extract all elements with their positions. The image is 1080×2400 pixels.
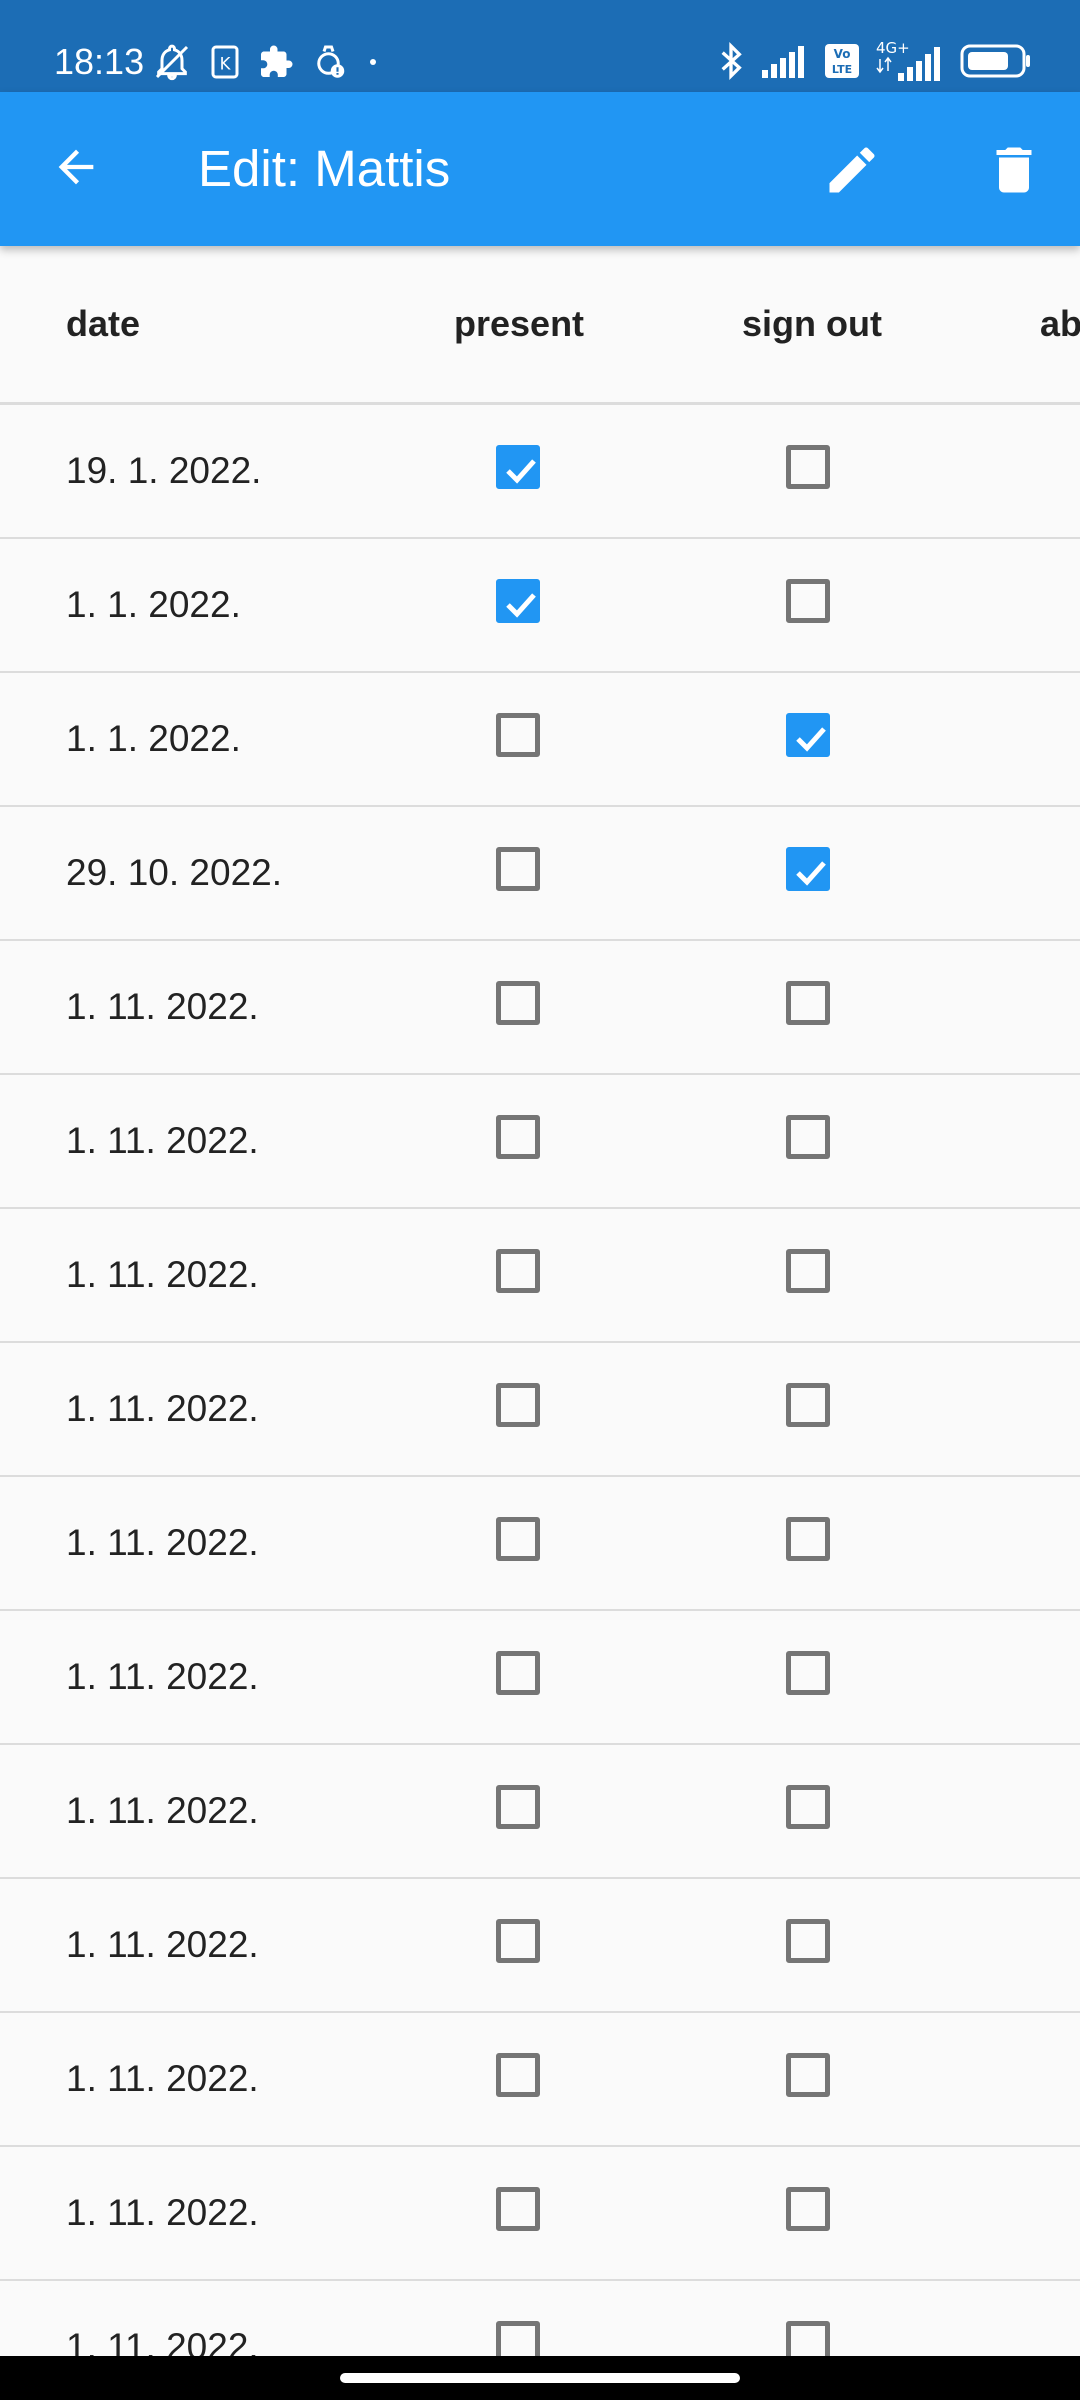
row-date: 1. 11. 2022.: [66, 1388, 259, 1429]
present-checkbox[interactable]: [496, 1919, 540, 1963]
table-row: 29. 10. 2022.: [0, 807, 1080, 941]
table-row: 1. 11. 2022.: [0, 1209, 1080, 1343]
row-date: 1. 11. 2022.: [66, 1522, 259, 1563]
table-row: 1. 11. 2022.: [0, 2281, 1080, 2356]
status-right-icons: Vo LTE 4G+: [716, 36, 1032, 86]
row-date: 1. 11. 2022.: [66, 986, 259, 1027]
status-time: 18:13: [54, 41, 145, 82]
sign-out-checkbox[interactable]: [786, 847, 830, 891]
svg-text:Vo: Vo: [834, 47, 851, 61]
row-date: 19. 1. 2022.: [66, 450, 262, 491]
table-row: 1. 1. 2022.: [0, 539, 1080, 673]
arrow-back-icon: [50, 141, 102, 198]
present-checkbox[interactable]: [496, 2321, 540, 2356]
table-row: 1. 11. 2022.: [0, 1745, 1080, 1879]
watch-alert-icon: [312, 43, 348, 81]
present-checkbox[interactable]: [496, 1249, 540, 1293]
row-date: 1. 11. 2022.: [66, 1656, 259, 1697]
sign-out-checkbox[interactable]: [786, 1517, 830, 1561]
table-row: 1. 11. 2022.: [0, 1075, 1080, 1209]
svg-text:LTE: LTE: [832, 63, 852, 76]
sign-out-checkbox[interactable]: [786, 2187, 830, 2231]
sign-out-checkbox[interactable]: [786, 2053, 830, 2097]
edit-button[interactable]: [816, 136, 888, 208]
row-date: 1. 11. 2022.: [66, 1924, 259, 1965]
battery-icon: [960, 43, 1032, 79]
present-checkbox[interactable]: [496, 847, 540, 891]
home-handle[interactable]: [340, 2373, 740, 2383]
k-app-icon: K: [210, 44, 240, 80]
row-date: 1. 11. 2022.: [66, 2326, 259, 2356]
table-row: 1. 11. 2022.: [0, 1343, 1080, 1477]
table-row: 1. 11. 2022.: [0, 941, 1080, 1075]
dot-icon: [366, 55, 380, 69]
column-header-date[interactable]: date: [66, 302, 140, 346]
column-header-present[interactable]: present: [454, 302, 584, 346]
back-button[interactable]: [38, 137, 114, 201]
row-date: 1. 11. 2022.: [66, 1254, 259, 1295]
sign-out-checkbox[interactable]: [786, 1651, 830, 1695]
row-date: 1. 11. 2022.: [66, 1120, 259, 1161]
present-checkbox[interactable]: [496, 579, 540, 623]
present-checkbox[interactable]: [496, 1651, 540, 1695]
app-bar: Edit: Mattis: [0, 92, 1080, 246]
page-title: Edit: Mattis: [198, 140, 451, 197]
table-row: 1. 11. 2022.: [0, 2013, 1080, 2147]
4g-signal-icon: 4G+: [874, 39, 946, 83]
sign-out-checkbox[interactable]: [786, 713, 830, 757]
table-row: 1. 11. 2022.: [0, 2147, 1080, 2281]
sign-out-checkbox[interactable]: [786, 2321, 830, 2356]
sign-out-checkbox[interactable]: [786, 445, 830, 489]
sign-out-checkbox[interactable]: [786, 981, 830, 1025]
attendance-table: date present sign out ab 19. 1. 2022. 1. …: [0, 246, 1080, 2356]
volte-icon: Vo LTE: [824, 43, 860, 79]
column-header-absent[interactable]: ab: [1040, 302, 1080, 346]
table-body: 19. 1. 2022. 1. 1. 2022. 1. 1. 2022. 29. 10…: [0, 405, 1080, 2356]
present-checkbox[interactable]: [496, 713, 540, 757]
row-date: 1. 1. 2022.: [66, 584, 241, 625]
row-date: 1. 11. 2022.: [66, 2192, 259, 2233]
sign-out-checkbox[interactable]: [786, 579, 830, 623]
present-checkbox[interactable]: [496, 1115, 540, 1159]
present-checkbox[interactable]: [496, 1383, 540, 1427]
sign-out-checkbox[interactable]: [786, 1249, 830, 1293]
sign-out-checkbox[interactable]: [786, 1383, 830, 1427]
column-header-sign-out[interactable]: sign out: [742, 302, 882, 346]
status-left-icons: K: [152, 40, 380, 84]
present-checkbox[interactable]: [496, 445, 540, 489]
table-row: 1. 11. 2022.: [0, 1879, 1080, 2013]
present-checkbox[interactable]: [496, 1517, 540, 1561]
pencil-icon: [822, 140, 882, 205]
puzzle-icon: [258, 44, 294, 80]
present-checkbox[interactable]: [496, 2187, 540, 2231]
row-date: 29. 10. 2022.: [66, 852, 283, 893]
sign-out-checkbox[interactable]: [786, 1785, 830, 1829]
row-date: 1. 11. 2022.: [66, 1790, 259, 1831]
table-row: 19. 1. 2022.: [0, 405, 1080, 539]
row-date: 1. 1. 2022.: [66, 718, 241, 759]
table-row: 1. 11. 2022.: [0, 1477, 1080, 1611]
sign-out-checkbox[interactable]: [786, 1919, 830, 1963]
table-row: 1. 1. 2022.: [0, 673, 1080, 807]
svg-text:K: K: [220, 55, 232, 74]
row-date: 1. 11. 2022.: [66, 2058, 259, 2099]
system-nav-bar: [0, 2356, 1080, 2400]
present-checkbox[interactable]: [496, 981, 540, 1025]
present-checkbox[interactable]: [496, 1785, 540, 1829]
bell-off-icon: [152, 42, 192, 82]
table-row: 1. 11. 2022.: [0, 1611, 1080, 1745]
trash-icon: [984, 140, 1044, 205]
bluetooth-icon: [716, 41, 746, 81]
present-checkbox[interactable]: [496, 2053, 540, 2097]
svg-text:4G+: 4G+: [876, 39, 910, 57]
delete-button[interactable]: [978, 136, 1050, 208]
signal-icon: [760, 44, 810, 78]
sign-out-checkbox[interactable]: [786, 1115, 830, 1159]
table-header: date present sign out ab: [0, 246, 1080, 405]
status-bar: 18:13 K Vo LTE 4G+: [0, 0, 1080, 92]
